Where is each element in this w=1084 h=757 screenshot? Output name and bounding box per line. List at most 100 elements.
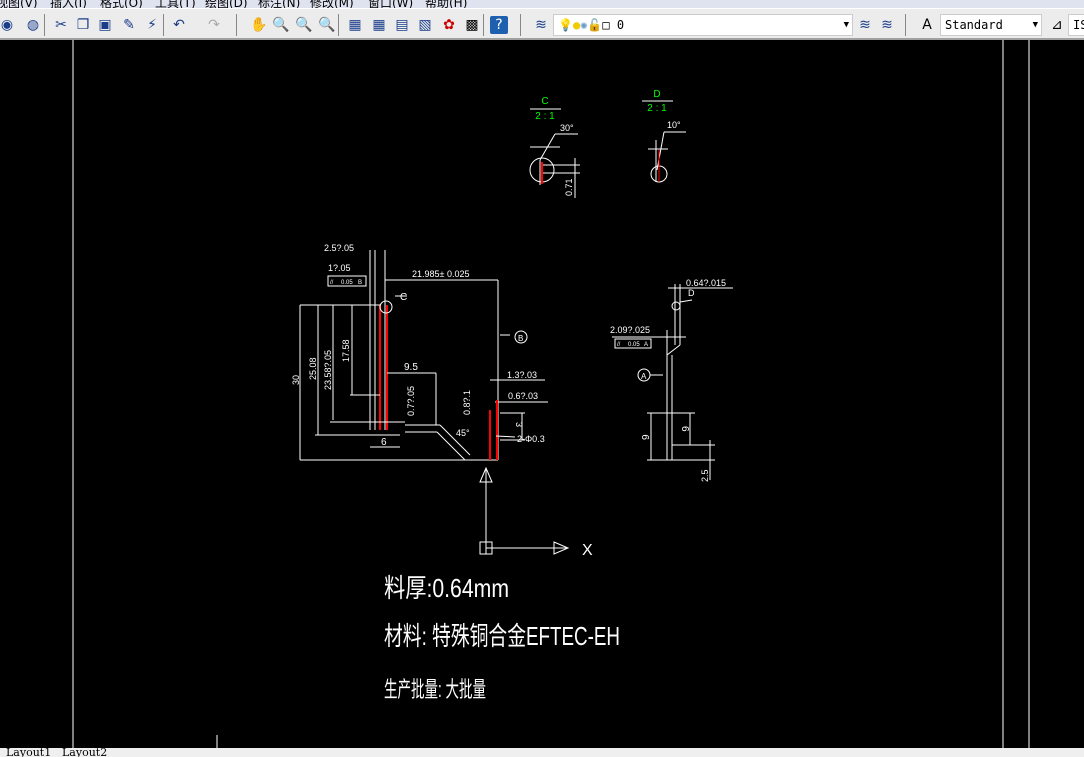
dimension-label: 0.7?.05 [406, 386, 416, 416]
dimension-label: 1.3?.03 [507, 370, 537, 380]
paste-icon[interactable]: ▣ [96, 16, 114, 34]
dimension-label: 0.6?.03 [508, 391, 538, 401]
dimension-label: A [641, 372, 647, 381]
dimension-label: 0.05 [341, 280, 353, 286]
dim-style-value: IS [1073, 18, 1084, 32]
chevron-down-icon[interactable]: ▼ [844, 15, 849, 35]
dimension-label: C [400, 292, 407, 303]
menu-dimension[interactable]: 标注(N) [258, 0, 300, 8]
dimension-label: 30° [560, 123, 574, 133]
dimension-label: 1?.05 [328, 263, 351, 273]
dimension-label: 0.05 [628, 342, 640, 348]
text-style-combo[interactable]: Standard ▼ [940, 14, 1042, 36]
lock-icon: 🔓 [587, 18, 603, 32]
menu-window[interactable]: 窗口(W) [368, 0, 413, 8]
dimension-label: 17.58 [341, 339, 351, 362]
drawing-line [495, 435, 516, 438]
dimension-label: 9.5 [404, 362, 418, 373]
tab-layout2[interactable]: Layout2 [62, 748, 107, 757]
layer-value: 0 [616, 18, 625, 32]
dimension-label: 2-Φ0.3 [517, 434, 545, 444]
cut-icon[interactable]: ✂ [52, 16, 70, 34]
pan-icon[interactable]: ✋ [250, 16, 268, 34]
zoom-window-icon[interactable]: 🔍 [295, 16, 313, 34]
layer-manager-icon[interactable]: ≋ [532, 16, 550, 34]
zoom-previous-icon[interactable]: 🔍 [318, 16, 336, 34]
dimension-label: D [688, 288, 695, 298]
dimension-label: B [358, 280, 362, 286]
drawing-canvas[interactable]: C 2 : 1 30° 0.71 D 2 : 1 10° 2.5?.05 1?.… [0, 40, 1084, 748]
properties-icon[interactable]: ▦ [346, 16, 364, 34]
sheet-set-icon[interactable]: ▧ [416, 16, 434, 34]
front-view [299, 250, 548, 461]
drawing-line [671, 301, 681, 311]
dimension-label: 0.64?.015 [686, 278, 726, 288]
undo-icon[interactable]: ↶ [170, 16, 188, 34]
menu-modify[interactable]: 修改(M) [310, 0, 354, 8]
dimension-label: 2.09?.025 [610, 325, 650, 335]
ucs-icon [479, 466, 570, 555]
color-square-icon: □ [602, 18, 610, 32]
menu-bar: 视图(V) 插入(I) 格式(O) 工具(T) 绘图(D) 标注(N) 修改(M… [0, 0, 1084, 8]
dimension-label: X [582, 542, 593, 559]
light-bulb-icon: 💡 [558, 18, 573, 32]
redo-icon[interactable]: ↷ [205, 16, 223, 34]
dimension-label: 6 [679, 426, 690, 432]
publish-icon[interactable]: ◉ [0, 16, 16, 34]
menu-view[interactable]: 视图(V) [0, 0, 38, 8]
tab-layout1[interactable]: Layout1 [6, 748, 51, 757]
drawing-line [679, 299, 693, 303]
drawing-line [666, 344, 681, 356]
dimension-label: 6 [381, 437, 387, 448]
dimension-label: 2 : 1 [647, 103, 667, 114]
dimension-label: 9 [641, 434, 652, 440]
dimension-label: B [518, 334, 523, 343]
dimension-label: 3 [514, 422, 524, 427]
dimension-label: 25.08 [308, 357, 318, 380]
zoom-realtime-icon[interactable]: 🔍 [272, 16, 290, 34]
note-thickness: 料厚:0.64mm [384, 573, 509, 603]
note-batch: 生产批量: 大批量 [384, 677, 486, 702]
menu-tools[interactable]: 工具(T) [155, 0, 196, 8]
dim-style-icon[interactable]: ⊿ [1048, 16, 1066, 34]
design-center-icon[interactable]: ▦ [370, 16, 388, 34]
menu-insert[interactable]: 插入(I) [50, 0, 87, 8]
detail-d: D 2 : 1 10° [642, 89, 686, 183]
dimension-label: 2.5 [700, 469, 710, 482]
dimension-label: // [330, 280, 334, 286]
dimension-label: // [617, 342, 621, 348]
dimension-label: 2 : 1 [535, 111, 555, 122]
calculator-icon[interactable]: ▩ [463, 16, 481, 34]
detail-c: C 2 : 1 30° 0.71 [529, 96, 580, 198]
dimension-label: C [541, 96, 548, 107]
tool-palettes-icon[interactable]: ▤ [393, 16, 411, 34]
dimension-label: A [644, 342, 648, 348]
dimension-label: 30 [291, 375, 301, 385]
dimension-label: 21.985± 0.025 [412, 269, 470, 279]
markup-icon[interactable]: ✿ [440, 16, 458, 34]
menu-draw[interactable]: 绘图(D) [205, 0, 248, 8]
chevron-down-icon[interactable]: ▼ [1033, 15, 1038, 35]
note-material: 材料: 特殊铜合金EFTEC-EH [384, 621, 620, 651]
layout-tabs: Layout1 Layout2 [0, 748, 1084, 757]
dimension-label: 2.5?.05 [324, 243, 354, 253]
text-style-value: Standard [945, 18, 1003, 32]
layer-previous-icon[interactable]: ≋ [878, 16, 896, 34]
dim-style-combo[interactable]: IS [1068, 14, 1084, 36]
help-icon[interactable]: ? [490, 16, 508, 34]
text-style-icon[interactable]: A [918, 16, 936, 34]
drawing-line [656, 131, 665, 171]
menu-format[interactable]: 格式(O) [100, 0, 143, 8]
make-current-layer-icon[interactable]: ≋ [856, 16, 874, 34]
standard-toolbar: ◉ ◍ ✂ ❐ ▣ ✎ ⚡ ↶ ↷ ✋ 🔍 🔍 🔍 ▦ ▦ ▤ ▧ ✿ ▩ ? … [0, 8, 1084, 40]
layer-combo[interactable]: 💡●✺🔓□ 0 ▼ [553, 14, 853, 36]
dimension-label: 0.71 [564, 178, 574, 196]
dimension-label: D [653, 89, 660, 100]
web-icon[interactable]: ◍ [24, 16, 42, 34]
dimension-label: 0.8?.1 [462, 390, 472, 415]
menu-help[interactable]: 帮助(H) [425, 0, 467, 8]
dimension-label: 10° [667, 120, 681, 130]
match-properties-icon[interactable]: ✎ [120, 16, 138, 34]
copy-icon[interactable]: ❐ [74, 16, 92, 34]
block-editor-icon[interactable]: ⚡ [143, 16, 161, 34]
